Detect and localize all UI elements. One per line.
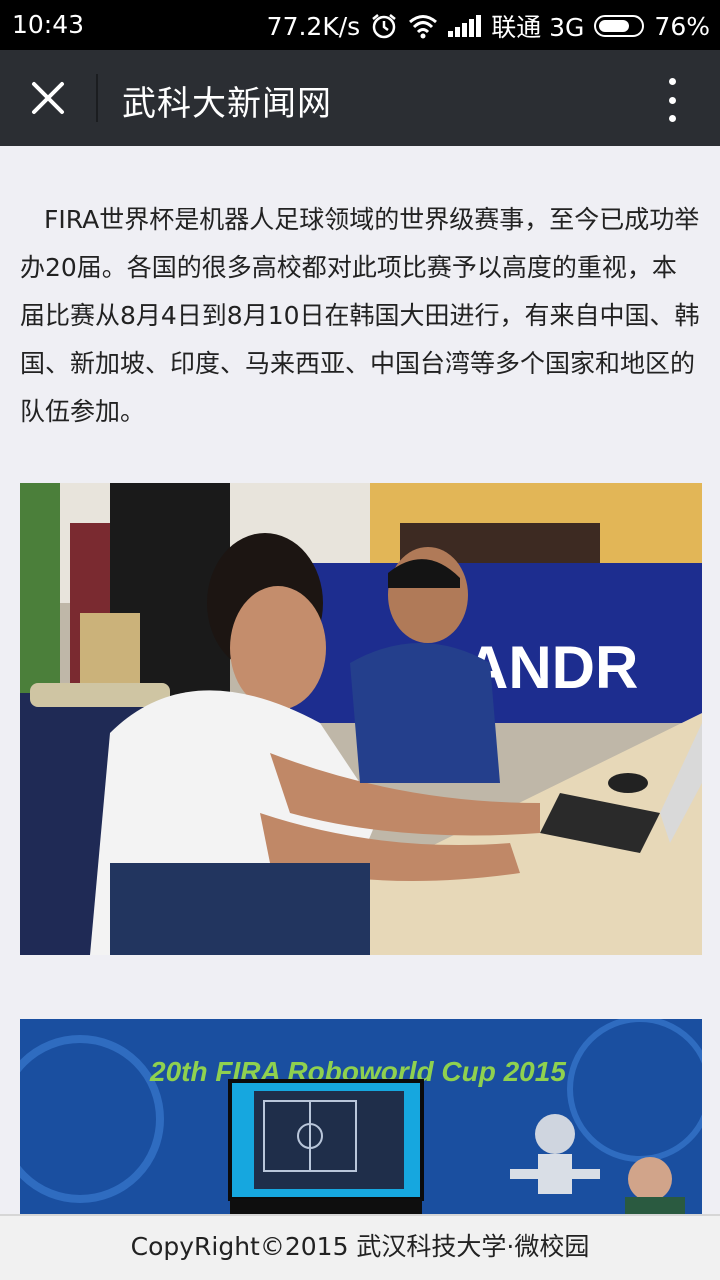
- more-options-button[interactable]: [664, 78, 680, 122]
- photo-competitors-illustration: ANDR: [20, 483, 702, 955]
- more-vertical-icon: [668, 78, 676, 85]
- battery-icon: [594, 15, 645, 37]
- photo-banner-illustration: 20th FIRA Roboworld Cup 2015: [20, 1019, 702, 1219]
- net-speed: 77.2K/s: [266, 11, 361, 41]
- close-button[interactable]: [24, 74, 72, 122]
- battery-percent: 76%: [654, 11, 710, 41]
- footer-copyright: CopyRight©2015 武汉科技大学·微校园: [0, 1214, 720, 1280]
- signal-icon: [448, 15, 482, 37]
- title-divider: [96, 74, 98, 122]
- status-right-group: 77.2K/s 联通 3G 76%: [267, 8, 710, 44]
- title-bar: 武科大新闻网: [0, 50, 720, 146]
- article-paragraph: FIRA世界杯是机器人足球领域的世界级赛事，至今已成功举办20届。各国的很多高校…: [20, 205, 700, 426]
- article-photo-competitors[interactable]: ANDR: [20, 483, 702, 955]
- status-time: 10:43: [12, 10, 85, 39]
- status-bar: 10:43 77.2K/s 联通 3G 76%: [0, 0, 720, 50]
- article-photo-event-banner[interactable]: 20th FIRA Roboworld Cup 2015: [20, 1019, 702, 1219]
- close-icon: [32, 82, 64, 114]
- page-title: 武科大新闻网: [122, 84, 332, 124]
- alarm-icon: [372, 14, 396, 39]
- wifi-icon: [409, 15, 438, 39]
- carrier-label: 联通 3G: [491, 13, 585, 42]
